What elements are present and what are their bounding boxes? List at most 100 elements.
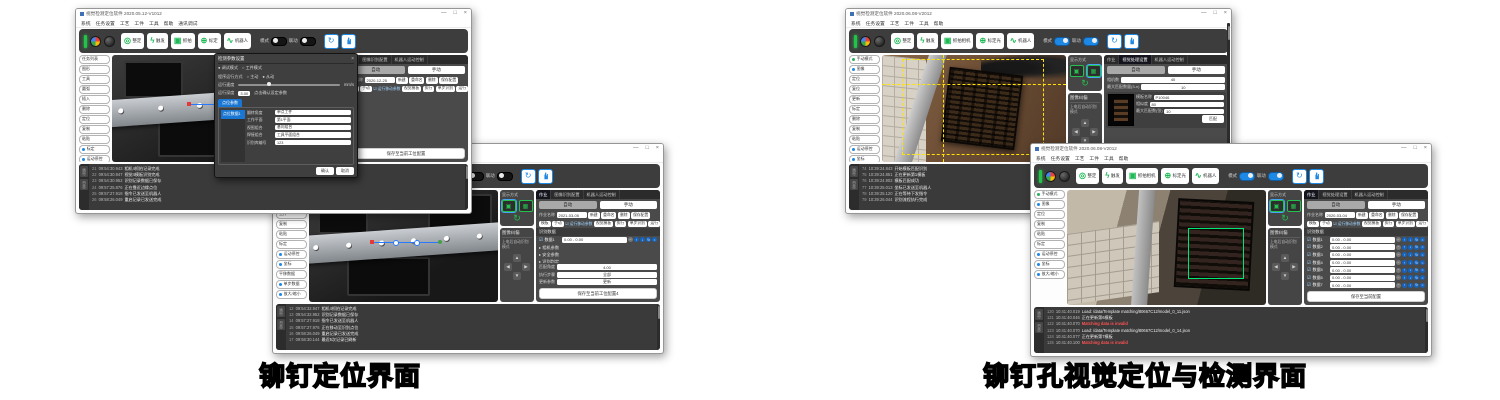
tab-1[interactable]: 视觉处理设置 bbox=[1319, 190, 1351, 199]
motion-param-checkbox[interactable]: ☑ 运行移动参数 bbox=[373, 86, 400, 92]
refresh-image-icon[interactable]: ↻ bbox=[1281, 214, 1289, 223]
job-action-button[interactable]: 删除 bbox=[426, 77, 438, 84]
sidebar-item[interactable]: 删除 bbox=[79, 105, 110, 114]
row-checkbox[interactable]: ☑ bbox=[1307, 237, 1311, 243]
gear-tool-button[interactable]: ◎整定 bbox=[121, 33, 144, 49]
hand-icon[interactable] bbox=[341, 34, 356, 49]
dark-sphere-icon[interactable] bbox=[104, 36, 115, 47]
row-icon-button[interactable]: ↻ bbox=[646, 237, 651, 242]
cancel-button[interactable]: 取消 bbox=[336, 167, 354, 175]
dialog-field-select[interactable]: 第1平面 bbox=[275, 117, 351, 123]
sidebar-item[interactable]: 标定 bbox=[849, 105, 880, 114]
sidebar-item[interactable]: 粘贴 bbox=[849, 135, 880, 144]
row-icon-button[interactable]: ○ bbox=[1420, 245, 1425, 250]
row-icon-button[interactable]: ↑ bbox=[1402, 237, 1407, 242]
log-tab[interactable]: 运行 bbox=[277, 306, 285, 317]
mode-button[interactable]: 手动 bbox=[600, 201, 658, 209]
data-row-value[interactable]: 0.00 - 0.00 bbox=[1330, 282, 1394, 288]
log-tab[interactable]: 日志 bbox=[850, 179, 858, 190]
row-icon-button[interactable]: − bbox=[628, 237, 633, 242]
toggle-switch[interactable] bbox=[497, 172, 513, 181]
sidebar-item[interactable]: 复制 bbox=[1034, 220, 1065, 229]
row-icon-button[interactable]: ↓ bbox=[1408, 283, 1413, 288]
jog-left-button[interactable]: ◀ bbox=[1072, 128, 1080, 136]
master-radio[interactable]: ○ 主动 bbox=[247, 74, 259, 80]
sidebar-item[interactable]: 标定 bbox=[1034, 240, 1065, 249]
action-button[interactable]: 单步识别 bbox=[436, 86, 455, 93]
sidebar-item[interactable]: 更新 bbox=[849, 95, 880, 104]
log-scrollbar[interactable] bbox=[1425, 307, 1428, 353]
log-tab[interactable]: 日志 bbox=[80, 179, 88, 190]
kv-value[interactable]: 更新 bbox=[557, 279, 657, 285]
row-icon-button[interactable]: − bbox=[1396, 260, 1401, 265]
correction-checkbox-label[interactable]: 上电后自动识别模式 bbox=[502, 240, 532, 250]
menu-item[interactable]: 帮助 bbox=[1119, 155, 1129, 162]
save-config-button[interactable]: 保存至当前配置 bbox=[1307, 291, 1425, 302]
tab-2[interactable]: 机器人运动控制 bbox=[392, 55, 428, 64]
sidebar-item[interactable]: 定位 bbox=[1034, 210, 1065, 219]
row-icon-button[interactable]: ↓ bbox=[640, 237, 645, 242]
sidebar-item[interactable]: 手动模式 bbox=[1034, 190, 1065, 199]
action-button[interactable]: 单步识别 bbox=[1396, 221, 1415, 228]
menu-item[interactable]: 通讯调试 bbox=[178, 20, 197, 27]
mode-button[interactable]: 自动 bbox=[539, 201, 597, 209]
log-tab[interactable]: 运行 bbox=[850, 166, 858, 177]
row-icon-button[interactable]: ↻ bbox=[1414, 260, 1419, 265]
row-icon-button[interactable]: ○ bbox=[1420, 268, 1425, 273]
minimize-button[interactable]: — bbox=[441, 11, 447, 17]
jog-right-button[interactable]: ▶ bbox=[1290, 263, 1298, 271]
tree-item[interactable]: ▸ 安全参数 bbox=[539, 252, 657, 259]
row-checkbox[interactable]: ☑ bbox=[1307, 267, 1311, 273]
toggle-switch[interactable] bbox=[271, 37, 287, 46]
row-icon-button[interactable]: ○ bbox=[1420, 252, 1425, 257]
menu-item[interactable]: 工件 bbox=[134, 20, 144, 27]
menu-item[interactable]: 系统 bbox=[851, 20, 861, 27]
toggle-switch[interactable] bbox=[1268, 172, 1284, 181]
sidebar-item[interactable]: 定位 bbox=[849, 75, 880, 84]
row-icon-button[interactable]: − bbox=[1396, 268, 1401, 273]
cam-tool-button[interactable]: ▣抓拍相机 bbox=[941, 33, 974, 49]
data-row-value[interactable]: 0.00 - 0.00 bbox=[1330, 267, 1394, 273]
job-name-input[interactable]: 2020-03-04 bbox=[1325, 212, 1355, 218]
color-sphere-icon[interactable] bbox=[90, 36, 101, 47]
dark-sphere-icon[interactable] bbox=[874, 36, 885, 47]
sidebar-item[interactable]: 图形 bbox=[79, 65, 110, 74]
data-row-value[interactable]: 0.00 - 0.00 bbox=[1330, 244, 1394, 250]
job-action-button[interactable]: 保存配置 bbox=[1399, 212, 1418, 219]
result-view-button[interactable]: ▦ bbox=[1087, 65, 1101, 77]
dialog-field-select[interactable]: 123 bbox=[275, 140, 351, 146]
data-row-value[interactable]: 0.00 - 0.00 bbox=[1330, 275, 1394, 281]
row-icon-button[interactable]: − bbox=[1396, 252, 1401, 257]
row-icon-button[interactable]: ○ bbox=[1420, 283, 1425, 288]
row-icon-button[interactable]: ↓ bbox=[1408, 260, 1413, 265]
gear-tool-button[interactable]: ◎整定 bbox=[891, 33, 914, 49]
maximize-button[interactable]: □ bbox=[1213, 11, 1216, 17]
jog-left-button[interactable]: ◀ bbox=[1272, 263, 1280, 271]
jog-down-button[interactable]: ▼ bbox=[1281, 272, 1289, 280]
data-row-value[interactable]: 0.00 - 0.00 bbox=[1330, 260, 1394, 266]
hand-icon[interactable] bbox=[1124, 34, 1139, 49]
job-action-button[interactable]: 新建 bbox=[1356, 212, 1368, 219]
tab-1[interactable]: 视觉处理设置 bbox=[1119, 55, 1151, 64]
jog-up-button[interactable]: ▲ bbox=[513, 254, 521, 262]
sidebar-item[interactable]: 运动停控 bbox=[79, 155, 110, 162]
action-button[interactable]: 视觉模板 bbox=[594, 221, 613, 228]
menu-item[interactable]: 系统 bbox=[1036, 155, 1046, 162]
row-checkbox[interactable]: ☑ bbox=[1307, 252, 1311, 258]
toggle-switch[interactable] bbox=[300, 37, 316, 46]
hand-icon[interactable] bbox=[1309, 169, 1324, 184]
action-button[interactable]: 运行 bbox=[1416, 221, 1428, 228]
action-button[interactable]: 执行 bbox=[423, 86, 435, 93]
row-icon-button[interactable]: ○ bbox=[1420, 260, 1425, 265]
row-icon-button[interactable]: ↓ bbox=[1408, 237, 1413, 242]
sidebar-item[interactable]: 放大/缩小 bbox=[276, 290, 307, 299]
row-icon-button[interactable]: ↻ bbox=[1414, 283, 1419, 288]
jog-up-button[interactable]: ▲ bbox=[1081, 119, 1089, 127]
sidebar-item[interactable]: 单步数据 bbox=[276, 280, 307, 289]
image-view-button[interactable]: ▣ bbox=[1270, 200, 1284, 212]
job-action-button[interactable]: 删除 bbox=[618, 212, 630, 219]
refresh-icon[interactable]: ↻ bbox=[521, 169, 536, 184]
row-icon-button[interactable]: − bbox=[1396, 283, 1401, 288]
motion-param-checkbox[interactable]: ☑ 运行移动参数 bbox=[1333, 221, 1360, 227]
sidebar-item[interactable]: 坐标 bbox=[276, 260, 307, 269]
